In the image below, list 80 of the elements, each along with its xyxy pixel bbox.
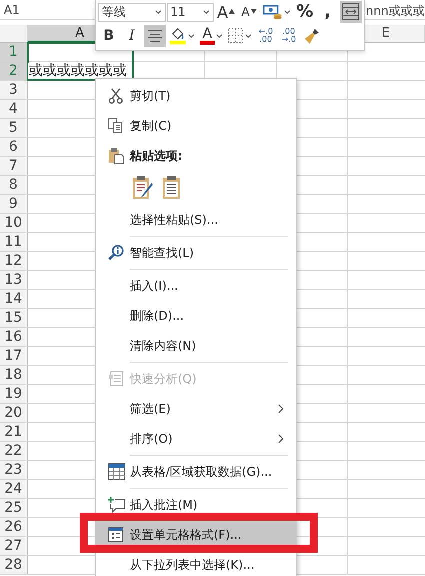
row-header[interactable]: 14: [0, 290, 28, 309]
row-header[interactable]: 22: [0, 442, 28, 461]
row-header[interactable]: 15: [0, 309, 28, 328]
row-header[interactable]: 17: [0, 347, 28, 366]
row-header[interactable]: 12: [0, 252, 28, 271]
row-header[interactable]: 19: [0, 385, 28, 404]
menu-item[interactable]: 智能查找(L): [96, 238, 296, 268]
format-cells-icon: [108, 527, 124, 543]
menu-item[interactable]: 插入(I)...: [96, 271, 296, 301]
select-all-corner[interactable]: [0, 25, 28, 43]
down-triangle-icon: [250, 9, 257, 14]
menu-item[interactable]: 清除内容(N): [96, 331, 296, 361]
align-center-button[interactable]: [144, 25, 166, 47]
caret-icon: [245, 34, 252, 38]
font-color-button[interactable]: A: [198, 25, 225, 47]
paste-icon[interactable]: [162, 175, 182, 201]
copy-icon: [108, 118, 124, 134]
clipboard-icon: [108, 147, 124, 165]
paint-bucket-icon: [169, 27, 187, 45]
row-header[interactable]: 21: [0, 423, 28, 442]
decrease-decimal-button[interactable]: .00 →.0: [278, 25, 300, 47]
row-header[interactable]: 28: [0, 556, 28, 575]
caret-icon: [284, 10, 291, 14]
formula-bar-text[interactable]: nnn或或或: [366, 3, 425, 20]
row-header[interactable]: 13: [0, 271, 28, 290]
row-header[interactable]: 24: [0, 480, 28, 499]
grow-font-button[interactable]: A: [215, 1, 238, 23]
row-header[interactable]: 7: [0, 157, 28, 176]
caret-icon: [216, 34, 223, 38]
cell-text: 或或或或或或或: [28, 63, 127, 79]
font-name-field[interactable]: 等线: [98, 2, 166, 22]
menu-item[interactable]: 复制(C): [96, 111, 296, 141]
name-box[interactable]: A1: [0, 2, 20, 16]
menu-item[interactable]: 从表格/区域获取数据(G)...: [96, 457, 296, 487]
row-header[interactable]: 4: [0, 100, 28, 119]
menu-item[interactable]: 筛选(E): [96, 394, 296, 424]
row-header[interactable]: 9: [0, 195, 28, 214]
menu-item[interactable]: 选择性粘贴(S)...: [96, 205, 296, 235]
wrap-text-icon: [342, 3, 360, 21]
row-header[interactable]: 16: [0, 328, 28, 347]
quick-analysis-icon: [108, 371, 124, 387]
menu-item[interactable]: 插入批注(M): [96, 490, 296, 520]
row-header[interactable]: 25: [0, 499, 28, 518]
menu-item[interactable]: 排序(O): [96, 424, 296, 454]
row-header[interactable]: 5: [0, 119, 28, 138]
row-header[interactable]: 18: [0, 366, 28, 385]
new-comment-icon: [108, 496, 126, 514]
caret-icon: [188, 34, 195, 38]
menu-item[interactable]: 删除(D)...: [96, 301, 296, 331]
percent-button[interactable]: %: [294, 1, 316, 23]
increase-decimal-button[interactable]: ←.0 .00: [255, 25, 277, 47]
font-size-field[interactable]: 11: [166, 2, 214, 22]
caret-icon: [203, 10, 210, 14]
row-header[interactable]: 1: [0, 43, 28, 62]
row-header[interactable]: 11: [0, 233, 28, 252]
row-header[interactable]: 23: [0, 461, 28, 480]
paste-formatting-icon[interactable]: [132, 175, 154, 201]
money-icon: [263, 4, 284, 20]
row-header[interactable]: 26: [0, 518, 28, 537]
borders-icon: [228, 28, 244, 44]
align-center-icon: [147, 30, 163, 42]
paintbrush-icon: [303, 27, 321, 45]
magnifier-icon: [108, 245, 124, 261]
row-header[interactable]: 10: [0, 214, 28, 233]
comma-button[interactable]: ,: [317, 1, 339, 23]
row-header[interactable]: 6: [0, 138, 28, 157]
scissors-icon: [108, 88, 124, 104]
caret-icon: [154, 10, 162, 14]
row-header[interactable]: 2: [0, 62, 28, 81]
row-header[interactable]: 27: [0, 537, 28, 556]
menu-item[interactable]: 从下拉列表中选择(K)...: [96, 550, 296, 576]
table-icon: [108, 463, 126, 481]
menu-item[interactable]: 剪切(T): [96, 81, 296, 111]
row-header[interactable]: 20: [0, 404, 28, 423]
up-triangle-icon: [229, 9, 236, 14]
menu-section-title: 粘贴选项:: [130, 148, 184, 164]
shrink-font-button[interactable]: A: [238, 1, 260, 23]
wrap-text-button[interactable]: [340, 1, 362, 23]
row-header[interactable]: 3: [0, 81, 28, 100]
row-header[interactable]: 8: [0, 176, 28, 195]
